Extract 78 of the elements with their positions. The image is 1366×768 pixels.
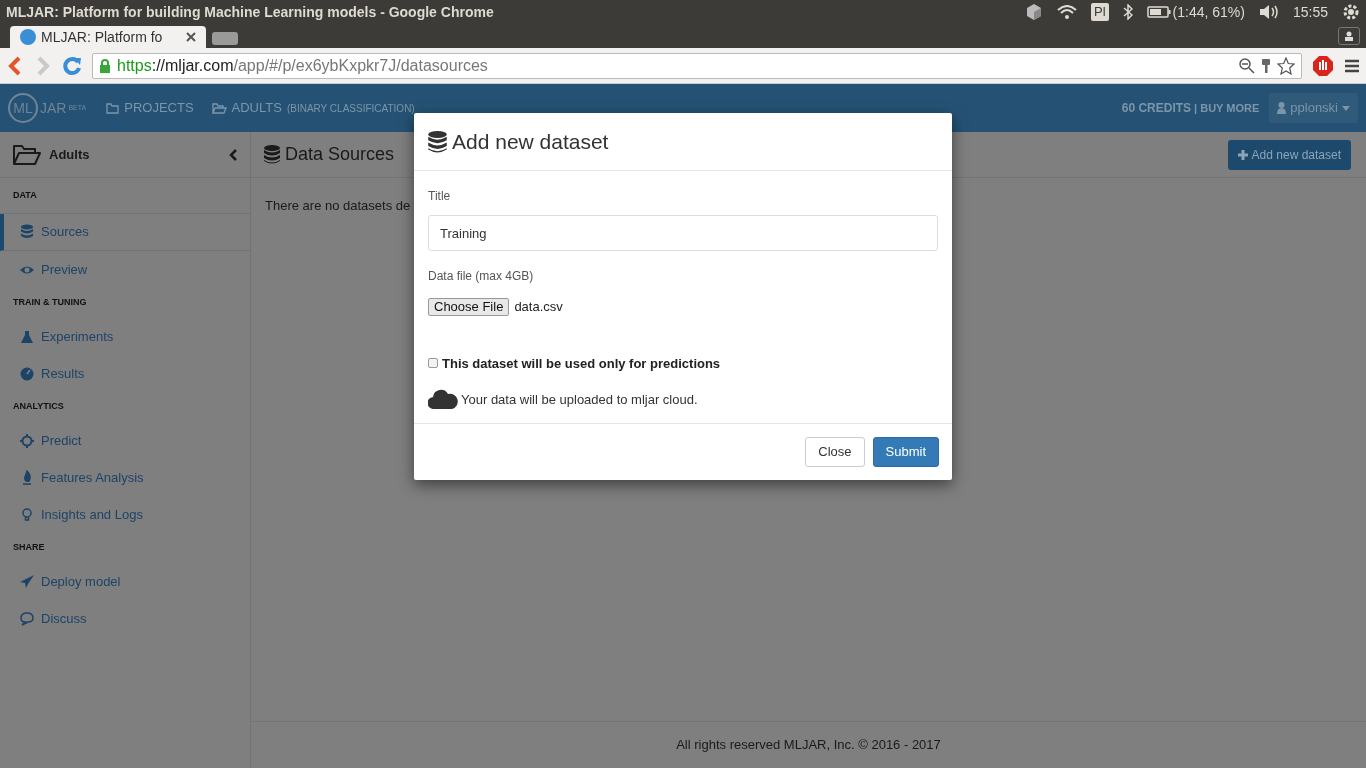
sidebar-item[interactable]: Results bbox=[0, 355, 250, 392]
field-label: Title bbox=[428, 188, 452, 205]
page-title: Data Sources bbox=[285, 143, 395, 166]
flame-icon bbox=[20, 469, 34, 486]
checkbox-label: This dataset will be used only for predictions bbox=[442, 354, 721, 373]
tab-favicon-icon bbox=[20, 29, 36, 45]
tab-title: MLJAR: Platform fo bbox=[41, 27, 164, 47]
flask-icon bbox=[20, 328, 34, 345]
section-heading: DATA bbox=[0, 178, 250, 214]
reload-icon[interactable] bbox=[62, 55, 82, 76]
choose-file-button[interactable]: Choose File bbox=[428, 297, 510, 316]
gear-icon[interactable] bbox=[1342, 3, 1360, 21]
section-heading: ANALYTICS bbox=[12, 400, 65, 414]
credits-count: 60 CREDITS bbox=[1121, 100, 1192, 117]
field-label: Data file (max 4GB) bbox=[428, 268, 535, 285]
nav-link[interactable]: PROJECTS bbox=[106, 98, 194, 118]
section-heading: SHARE bbox=[12, 541, 46, 555]
nav-link[interactable]: ADULTS (BINARY CLASSIFICATION) bbox=[211, 98, 415, 118]
window-title: MLJAR: Platform for building Machine Learning models - Google Chrome bbox=[6, 2, 495, 22]
key-icon[interactable] bbox=[1261, 57, 1271, 74]
person-icon bbox=[1344, 31, 1354, 41]
crosshair-icon bbox=[20, 432, 34, 449]
open-folder-icon bbox=[211, 102, 227, 114]
title-input[interactable]: Training bbox=[428, 215, 938, 251]
clock[interactable]: 15:55 bbox=[1292, 1, 1328, 23]
plus-icon bbox=[1237, 149, 1248, 160]
modal-title: Add new dataset bbox=[452, 128, 609, 155]
lightbulb-icon bbox=[20, 506, 34, 523]
database-icon bbox=[428, 130, 447, 153]
url-text: https://mljar.com/app/#/p/ex6ybKxpkr7J/datasources bbox=[117, 55, 489, 76]
battery-status: (1:44, 61%) bbox=[1172, 2, 1245, 22]
logo-text: JAR bbox=[40, 98, 67, 118]
submit-button[interactable]: Submit bbox=[872, 437, 939, 467]
folder-icon bbox=[13, 143, 41, 166]
browser-tab[interactable]: MLJAR: Platform fo bbox=[10, 26, 206, 48]
zoom-out-icon[interactable] bbox=[1239, 57, 1255, 74]
sidebar-item[interactable]: Deploy model bbox=[0, 563, 250, 600]
empty-message: There are no datasets de bbox=[265, 197, 411, 215]
speech-bubble-icon bbox=[20, 610, 34, 627]
close-icon[interactable] bbox=[186, 32, 196, 42]
sidebar-item[interactable]: Features Analysis bbox=[0, 459, 250, 496]
section-heading: TRAIN & TUNING bbox=[12, 296, 88, 310]
database-icon bbox=[20, 224, 34, 240]
close-button[interactable]: Close bbox=[805, 437, 865, 467]
battery-icon[interactable] bbox=[1146, 6, 1171, 18]
buy-more-link[interactable]: | BUY MORE bbox=[1194, 99, 1260, 117]
cloud-icon bbox=[428, 389, 458, 409]
wifi-icon[interactable] bbox=[1057, 5, 1077, 19]
menu-icon[interactable] bbox=[1344, 57, 1360, 74]
footer-text: All rights reserved MLJAR, Inc. © 2016 - 2017 bbox=[676, 736, 941, 755]
user-icon bbox=[1277, 102, 1287, 114]
sidebar-item[interactable]: Predict bbox=[0, 422, 250, 459]
profile-button[interactable] bbox=[1338, 27, 1360, 45]
upload-note: Your data will be uploaded to mljar cloud. bbox=[461, 390, 698, 409]
user-menu-button[interactable]: pplonski bbox=[1269, 93, 1358, 123]
gauge-icon bbox=[20, 365, 34, 382]
paper-plane-icon bbox=[20, 573, 34, 590]
checkbox[interactable] bbox=[428, 358, 438, 369]
stop-hand-icon[interactable] bbox=[1312, 54, 1334, 77]
folder-icon bbox=[106, 102, 120, 114]
sidebar-item[interactable]: Sources bbox=[0, 214, 250, 251]
star-icon[interactable] bbox=[1277, 56, 1295, 75]
keyboard-indicator[interactable]: Pl bbox=[1091, 3, 1109, 21]
bluetooth-icon[interactable] bbox=[1122, 4, 1133, 20]
address-bar[interactable]: https://mljar.com/app/#/p/ex6ybKxpkr7J/datasources bbox=[92, 52, 1302, 79]
lock-icon bbox=[99, 58, 111, 73]
sidebar-item[interactable]: Preview bbox=[0, 251, 250, 288]
caret-icon bbox=[1342, 105, 1350, 111]
sidebar-item[interactable]: Discuss bbox=[0, 600, 250, 637]
cube-icon[interactable] bbox=[1025, 3, 1043, 21]
volume-icon[interactable] bbox=[1258, 5, 1279, 19]
collapse-chevron-icon[interactable] bbox=[229, 148, 237, 161]
file-name: data.csv bbox=[514, 298, 563, 316]
add-dataset-button[interactable]: Add new dataset bbox=[1227, 139, 1351, 170]
sidebar-item[interactable]: Insights and Logs bbox=[0, 496, 250, 533]
database-icon bbox=[264, 145, 280, 164]
project-name: Adults bbox=[49, 145, 91, 164]
sidebar-item[interactable]: Experiments bbox=[0, 318, 250, 355]
